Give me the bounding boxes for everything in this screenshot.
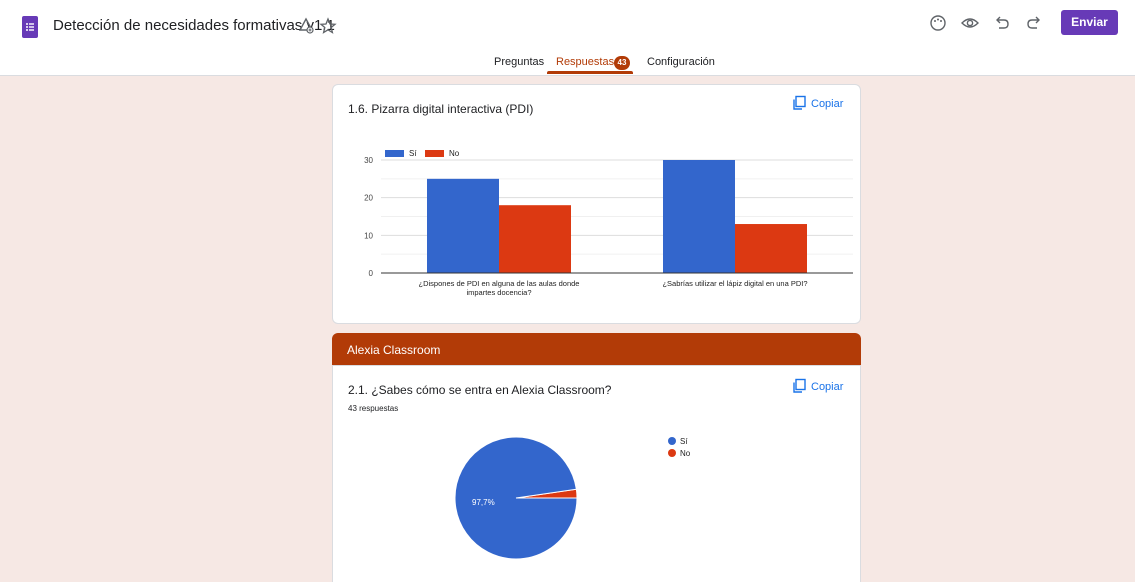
legend-dot-No <box>668 449 676 457</box>
x-category-label: impartes docencia? <box>466 288 531 297</box>
legend-label: Sí <box>409 149 417 158</box>
bar-No-2 <box>735 224 807 273</box>
tab-questions[interactable]: Preguntas <box>494 56 544 68</box>
palette-icon[interactable] <box>927 12 949 34</box>
active-tab-indicator <box>547 71 633 74</box>
pie-slice-label: 97,7% <box>472 498 495 507</box>
legend-label: Sí <box>680 437 688 446</box>
tab-responses[interactable]: Respuestas <box>556 56 614 68</box>
question-card-alexia: 2.1. ¿Sabes cómo se entra en Alexia Clas… <box>332 365 861 582</box>
forms-logo-icon[interactable] <box>22 16 38 38</box>
y-tick-label: 30 <box>364 156 373 165</box>
legend-dot-Sí <box>668 437 676 445</box>
star-icon[interactable] <box>318 16 338 36</box>
question-card-pdi: 1.6. Pizarra digital interactiva (PDI) C… <box>332 84 861 324</box>
legend-swatch-Sí <box>385 150 404 157</box>
y-tick-label: 20 <box>364 194 373 203</box>
pie-chart: 97,7% Sí No <box>454 436 691 560</box>
responses-count-badge: 43 <box>614 56 630 70</box>
bar-No-1 <box>499 205 571 273</box>
tab-settings[interactable]: Configuración <box>647 56 715 68</box>
x-category-label: ¿Sabrías utilizar el lápiz digital en un… <box>662 279 807 288</box>
legend-label: No <box>680 449 691 458</box>
y-tick-label: 10 <box>364 231 373 240</box>
y-tick-label: 0 <box>369 269 374 278</box>
section-header: Alexia Classroom <box>332 333 861 365</box>
form-title[interactable]: Detección de necesidades formativas v1.1 <box>53 17 335 34</box>
legend-swatch-No <box>425 150 444 157</box>
section-title: Alexia Classroom <box>347 343 441 357</box>
bar-Sí-1 <box>427 178 499 273</box>
undo-icon[interactable] <box>991 12 1013 34</box>
redo-icon[interactable] <box>1023 12 1045 34</box>
preview-eye-icon[interactable] <box>959 12 981 34</box>
legend-label: No <box>449 149 460 158</box>
move-to-folder-icon[interactable] <box>296 16 316 36</box>
bar-chart: 0 10 20 30 ¿Dispones de PDI en alguna de las… <box>364 149 853 297</box>
bar-Sí-2 <box>663 160 735 273</box>
x-category-label: ¿Dispones de PDI en alguna de las aulas … <box>419 279 580 288</box>
send-button[interactable]: Enviar <box>1061 10 1118 35</box>
top-app-bar: Detección de necesidades formativas v1.1… <box>0 0 1135 76</box>
